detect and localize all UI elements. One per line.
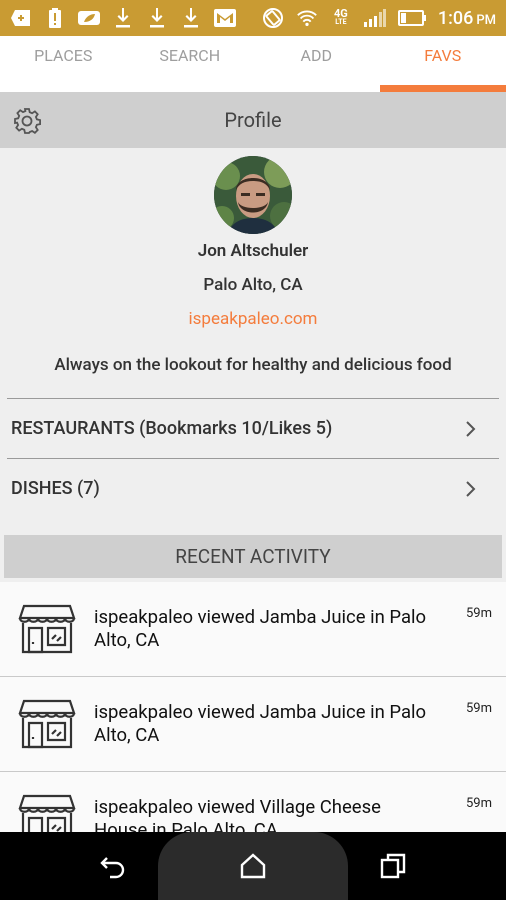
- network-type-icon: 4G LTE: [333, 7, 348, 26]
- restaurants-label: RESTAURANTS (Bookmarks 10/Likes 5): [11, 418, 333, 439]
- chevron-right-icon: [466, 480, 476, 497]
- activity-item[interactable]: ispeakpaleo viewed Jamba Juice in Palo A…: [0, 582, 506, 677]
- profile-website-link[interactable]: ispeakpaleo.com: [0, 309, 506, 329]
- tab-places[interactable]: PLACES: [0, 36, 127, 92]
- dishes-label: DISHES (7): [11, 478, 100, 499]
- download-icon: [146, 7, 168, 29]
- wifi-icon: [296, 7, 318, 29]
- signal-icon: [363, 7, 386, 29]
- settings-button[interactable]: [12, 106, 42, 136]
- gear-icon: [14, 108, 41, 134]
- profile-name: Jon Altschuler: [197, 241, 309, 261]
- page-title: Profile: [224, 108, 282, 132]
- activity-list: ispeakpaleo viewed Jamba Juice in Palo A…: [0, 582, 506, 832]
- store-icon: [18, 794, 76, 832]
- leaf-icon: [78, 7, 100, 29]
- battery-alert-icon: [44, 7, 66, 29]
- download-icon: [112, 7, 134, 29]
- activity-text: ispeakpaleo viewed Village Cheese House …: [94, 796, 381, 832]
- profile-location: Palo Alto, CA: [203, 275, 303, 295]
- activity-text: ispeakpaleo viewed Jamba Juice in Palo A…: [94, 701, 427, 746]
- profile-header: Profile: [0, 92, 506, 148]
- avatar: [214, 156, 292, 234]
- tab-bar: PLACES SEARCH ADD FAVS: [0, 36, 506, 92]
- status-clock: 1:06 PM: [437, 7, 496, 29]
- download-icon: [180, 7, 202, 29]
- activity-time: 59m: [465, 701, 492, 716]
- activity-time: 59m: [465, 606, 492, 621]
- tab-add[interactable]: ADD: [253, 36, 380, 92]
- status-bar: 4G LTE 1:06 PM: [0, 0, 506, 36]
- battery-icon: [397, 7, 426, 29]
- tab-favs[interactable]: FAVS: [379, 36, 506, 92]
- system-icons: 4G LTE 1:06 PM: [262, 7, 496, 29]
- profile-bio: Always on the lookout for healthy and de…: [54, 355, 452, 375]
- rotation-icon: [262, 7, 284, 29]
- home-icon[interactable]: [239, 852, 267, 880]
- gmail-icon: [214, 7, 236, 29]
- tab-search[interactable]: SEARCH: [127, 36, 254, 92]
- recent-apps-icon[interactable]: [379, 852, 407, 880]
- back-icon[interactable]: [99, 852, 127, 880]
- notification-icons: [10, 7, 236, 29]
- store-icon: [18, 699, 76, 749]
- dishes-row[interactable]: DISHES (7): [7, 458, 499, 518]
- activity-item[interactable]: ispeakpaleo viewed Village Cheese House …: [0, 772, 506, 832]
- system-nav-bar: [0, 832, 506, 900]
- restaurants-row[interactable]: RESTAURANTS (Bookmarks 10/Likes 5): [7, 398, 499, 458]
- activity-item[interactable]: ispeakpaleo viewed Jamba Juice in Palo A…: [0, 677, 506, 772]
- chevron-right-icon: [466, 420, 476, 437]
- activity-text: ispeakpaleo viewed Jamba Juice in Palo A…: [94, 606, 427, 651]
- medical-plus-icon: [10, 7, 32, 29]
- store-icon: [18, 604, 76, 654]
- activity-time: 59m: [465, 796, 492, 811]
- recent-activity-header: RECENT ACTIVITY: [4, 535, 502, 578]
